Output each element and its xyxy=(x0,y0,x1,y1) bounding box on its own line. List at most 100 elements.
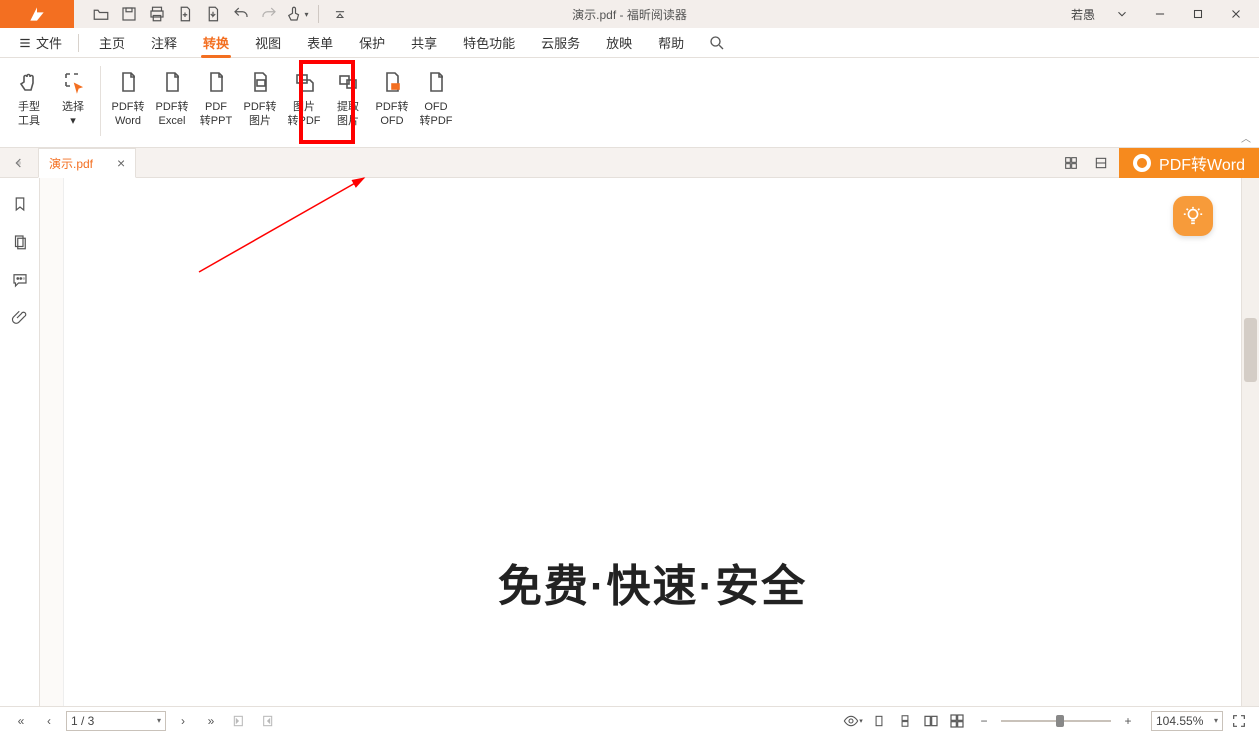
collapse-ribbon-icon[interactable]: ︿ xyxy=(1241,130,1251,145)
tab-share[interactable]: 共享 xyxy=(399,29,449,57)
doc-word-icon xyxy=(114,68,142,96)
qat-dropdown-icon[interactable] xyxy=(327,1,353,27)
qat-separator xyxy=(318,5,319,23)
page-gutter xyxy=(40,178,64,706)
ribbon-separator xyxy=(100,66,101,136)
undo-icon[interactable] xyxy=(228,1,254,27)
fullscreen-icon[interactable] xyxy=(1229,711,1249,731)
doc-image-icon xyxy=(246,68,274,96)
canvas: 免费·快速·安全 xyxy=(40,178,1259,706)
comment-icon[interactable] xyxy=(8,268,32,292)
tab-close-icon[interactable]: × xyxy=(117,155,125,171)
close-button[interactable] xyxy=(1219,1,1253,27)
touch-icon[interactable]: ▾ xyxy=(284,1,310,27)
minimize-button[interactable] xyxy=(1143,1,1177,27)
menubar: 文件 主页 注释 转换 视图 表单 保护 共享 特色功能 云服务 放映 帮助 xyxy=(0,28,1259,58)
tab-help[interactable]: 帮助 xyxy=(646,29,696,57)
search-icon[interactable] xyxy=(704,30,730,56)
doc-ppt-icon xyxy=(202,68,230,96)
redo-icon[interactable] xyxy=(256,1,282,27)
zoom-value-box[interactable]: 104.55% ▾ xyxy=(1151,711,1223,731)
document-tab-label: 演示.pdf xyxy=(49,155,93,172)
doc-ofd-icon xyxy=(378,68,406,96)
scrollbar-thumb[interactable] xyxy=(1244,318,1257,382)
facing-icon[interactable] xyxy=(921,711,941,731)
pdf-to-ppt-button[interactable]: PDF转PPT xyxy=(195,64,237,132)
tab-protect[interactable]: 保护 xyxy=(347,29,397,57)
select-icon xyxy=(59,68,87,96)
open-icon[interactable] xyxy=(88,1,114,27)
attachment-icon[interactable] xyxy=(8,306,32,330)
tab-present[interactable]: 放映 xyxy=(594,29,644,57)
username-label[interactable]: 若愚 xyxy=(1071,6,1095,23)
zoom-dropdown-icon[interactable]: ▾ xyxy=(1214,716,1218,725)
banner-label: PDF转Word xyxy=(1159,151,1245,175)
pages-icon[interactable] xyxy=(8,230,32,254)
tab-feature[interactable]: 特色功能 xyxy=(451,29,527,57)
pdf-to-word-button[interactable]: PDF转Word xyxy=(107,64,149,132)
app-logo[interactable] xyxy=(0,0,74,28)
last-page-button[interactable]: » xyxy=(200,710,222,732)
extract-image-button[interactable]: 提取图片 xyxy=(327,64,369,132)
pdf-to-ofd-button[interactable]: PDF转OFD xyxy=(371,64,413,132)
page-number-box[interactable]: 1 / 3 ▾ xyxy=(66,711,166,731)
user-dropdown-icon[interactable] xyxy=(1105,1,1139,27)
pdf-to-image-button[interactable]: PDF转图片 xyxy=(239,64,281,132)
image-to-pdf-button[interactable]: 图片转PDF xyxy=(283,64,325,132)
view-grid-icon[interactable] xyxy=(1059,151,1083,175)
ofd-to-pdf-button[interactable]: OFD转PDF xyxy=(415,64,457,132)
pdf-to-excel-button[interactable]: PDF转Excel xyxy=(151,64,193,132)
zoom-value-text: 104.55% xyxy=(1156,714,1203,728)
tip-bulb-button[interactable] xyxy=(1173,196,1213,236)
document-tab[interactable]: 演示.pdf × xyxy=(38,148,136,178)
document-tabstrip: 演示.pdf × PDF转Word xyxy=(0,148,1259,178)
pdf-to-word-banner[interactable]: PDF转Word xyxy=(1119,148,1259,178)
window-controls: 若愚 xyxy=(1071,1,1259,27)
view-list-icon[interactable] xyxy=(1089,151,1113,175)
doc-add-icon[interactable] xyxy=(172,1,198,27)
window-title: 演示.pdf - 福昕阅读器 xyxy=(572,6,687,23)
banner-dot-icon xyxy=(1133,154,1151,172)
page-dropdown-icon[interactable]: ▾ xyxy=(157,716,161,725)
select-tool-button[interactable]: 选择▾ xyxy=(52,64,94,132)
prev-page-button[interactable]: ‹ xyxy=(38,710,60,732)
bookmark-icon[interactable] xyxy=(8,192,32,216)
continuous-icon[interactable] xyxy=(895,711,915,731)
zoom-in-button[interactable]: + xyxy=(1117,710,1139,732)
hand-icon xyxy=(15,68,43,96)
sidebar: ▶ xyxy=(0,178,40,706)
file-menu[interactable]: 文件 xyxy=(10,29,70,57)
page-number-text: 1 / 3 xyxy=(71,714,94,728)
annotation-arrow xyxy=(194,172,374,287)
next-page-button[interactable]: › xyxy=(172,710,194,732)
tab-form[interactable]: 表单 xyxy=(295,29,345,57)
visibility-icon[interactable]: ▾ xyxy=(843,711,863,731)
titlebar: ▾ 演示.pdf - 福昕阅读器 若愚 xyxy=(0,0,1259,28)
pdf-page[interactable]: 免费·快速·安全 xyxy=(64,178,1241,706)
extract-image-icon xyxy=(334,68,362,96)
zoom-out-button[interactable]: − xyxy=(973,710,995,732)
nav-back-icon[interactable] xyxy=(228,710,250,732)
vertical-scrollbar[interactable] xyxy=(1241,178,1259,706)
print-icon[interactable] xyxy=(144,1,170,27)
quick-access-toolbar: ▾ xyxy=(88,1,353,27)
image-doc-icon xyxy=(290,68,318,96)
tab-annotate[interactable]: 注释 xyxy=(139,29,189,57)
tab-convert[interactable]: 转换 xyxy=(191,29,241,57)
continuous-facing-icon[interactable] xyxy=(947,711,967,731)
hand-tool-button[interactable]: 手型工具 xyxy=(8,64,50,132)
statusbar: « ‹ 1 / 3 ▾ › » ▾ − + 104.55% ▾ xyxy=(0,706,1259,734)
nav-fwd-icon[interactable] xyxy=(256,710,278,732)
zoom-slider[interactable] xyxy=(1001,720,1111,722)
tab-cloud[interactable]: 云服务 xyxy=(529,29,592,57)
maximize-button[interactable] xyxy=(1181,1,1215,27)
tabstrip-prev-icon[interactable] xyxy=(0,148,38,177)
save-icon[interactable] xyxy=(116,1,142,27)
single-page-icon[interactable] xyxy=(869,711,889,731)
tab-home[interactable]: 主页 xyxy=(87,29,137,57)
first-page-button[interactable]: « xyxy=(10,710,32,732)
doc-extract-icon[interactable] xyxy=(200,1,226,27)
workspace: ▶ 免费·快速·安全 xyxy=(0,178,1259,706)
ofd-doc-icon xyxy=(422,68,450,96)
tab-view[interactable]: 视图 xyxy=(243,29,293,57)
